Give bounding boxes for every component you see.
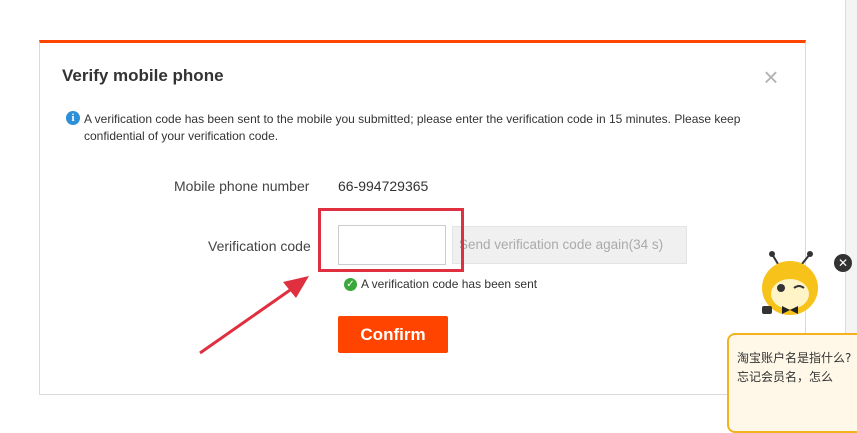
assistant-close-icon[interactable]: ✕	[834, 254, 852, 272]
assistant-question-2[interactable]: 忘记会员名，怎么	[737, 368, 857, 387]
assistant-question[interactable]: 淘宝账户名是指什么?	[737, 349, 857, 368]
assistant-chat-bubble[interactable]: 淘宝账户名是指什么? 忘记会员名，怎么	[727, 333, 857, 433]
bee-mascot-icon[interactable]	[752, 250, 832, 330]
sent-message: A verification code has been sent	[361, 277, 538, 291]
dialog-title: Verify mobile phone	[62, 66, 224, 85]
code-label: Verification code	[208, 238, 311, 254]
check-circle-icon: ✓	[344, 278, 357, 291]
annotation-highlight-box	[318, 208, 464, 272]
phone-value: 66-994729365	[338, 178, 429, 194]
notice-text: A verification code has been sent to the…	[84, 112, 741, 143]
info-icon: i	[66, 111, 80, 125]
confirm-button[interactable]: Confirm	[338, 316, 448, 353]
close-icon[interactable]: ×	[760, 64, 782, 90]
resend-code-button[interactable]: Send verification code again(34 s)	[452, 226, 687, 264]
phone-label: Mobile phone number	[174, 178, 310, 194]
red-arrow-annotation	[199, 276, 309, 355]
